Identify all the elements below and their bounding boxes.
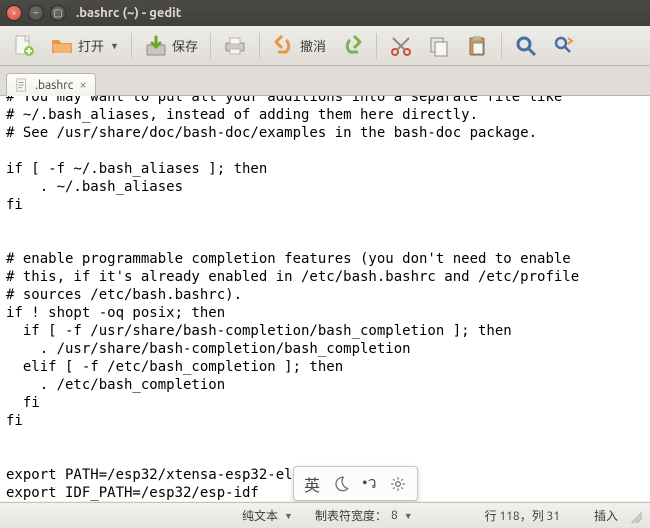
undo-button[interactable]: 撤消 <box>266 31 332 61</box>
editor-content[interactable]: # You may want to put all your additions… <box>0 96 650 501</box>
printer-icon <box>223 34 247 58</box>
cut-button[interactable] <box>383 31 419 61</box>
window-title: .bashrc (~) - gedit <box>76 6 181 20</box>
insert-mode[interactable]: 插入 <box>594 507 618 524</box>
toolbar-separator <box>376 33 377 59</box>
moon-icon[interactable] <box>332 475 350 493</box>
syntax-mode[interactable]: 纯文本 <box>242 507 278 524</box>
undo-icon <box>272 34 296 58</box>
save-button[interactable]: 保存 <box>138 31 204 61</box>
toolbar-separator <box>210 33 211 59</box>
line-column-indicator: 行 118，列 31 <box>485 507 560 524</box>
chevron-down-icon[interactable]: ▼ <box>404 511 413 521</box>
paste-icon <box>465 34 489 58</box>
save-label: 保存 <box>172 36 198 55</box>
redo-icon <box>340 34 364 58</box>
text-file-icon <box>15 78 29 92</box>
redo-button[interactable] <box>334 31 370 61</box>
find-replace-icon <box>552 34 576 58</box>
new-file-button[interactable] <box>6 31 42 61</box>
new-file-icon <box>12 34 36 58</box>
open-label: 打开 <box>78 36 104 55</box>
toolbar-separator <box>501 33 502 59</box>
tabwidth-value[interactable]: 8 <box>391 509 398 522</box>
search-icon <box>514 34 538 58</box>
save-icon <box>144 34 168 58</box>
window-titlebar: × – ▢ .bashrc (~) - gedit <box>0 0 650 26</box>
open-button[interactable]: 打开 ▼ <box>44 31 125 61</box>
document-tabbar: .bashrc × <box>0 66 650 96</box>
chevron-down-icon[interactable]: ▼ <box>284 511 293 521</box>
resize-grip[interactable] <box>628 509 642 523</box>
main-toolbar: 打开 ▼ 保存 撤消 <box>0 26 650 66</box>
tab-label: .bashrc <box>35 79 73 92</box>
toolbar-separator <box>131 33 132 59</box>
status-bar: 纯文本 ▼ 制表符宽度： 8 ▼ 行 118，列 31 插入 <box>0 502 650 528</box>
scissors-icon <box>389 34 413 58</box>
folder-open-icon <box>50 34 74 58</box>
window-minimize-button[interactable]: – <box>28 5 44 21</box>
paste-button[interactable] <box>459 31 495 61</box>
copy-button[interactable] <box>421 31 457 61</box>
find-replace-button[interactable] <box>546 31 582 61</box>
open-dropdown-arrow[interactable]: ▼ <box>110 41 119 51</box>
toolbar-separator <box>259 33 260 59</box>
tab-bashrc[interactable]: .bashrc × <box>6 73 96 96</box>
find-button[interactable] <box>508 31 544 61</box>
print-button[interactable] <box>217 31 253 61</box>
ime-settings-icon[interactable] <box>389 475 407 493</box>
tab-close-button[interactable]: × <box>79 78 86 92</box>
tabwidth-label: 制表符宽度： <box>315 507 387 524</box>
editor-area[interactable]: # You may want to put all your additions… <box>0 96 650 501</box>
ime-language[interactable]: 英 <box>304 472 320 496</box>
window-maximize-button[interactable]: ▢ <box>50 5 66 21</box>
punctuation-icon[interactable]: •ว <box>362 471 377 496</box>
copy-icon <box>427 34 451 58</box>
undo-label: 撤消 <box>300 36 326 55</box>
ime-toolbar[interactable]: 英 •ว <box>293 466 418 501</box>
window-close-button[interactable]: × <box>6 5 22 21</box>
